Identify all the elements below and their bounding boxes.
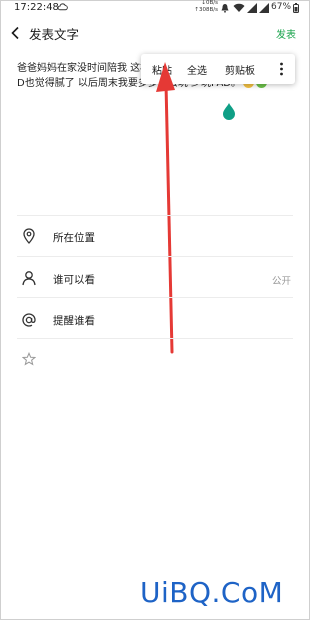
page-title: 发表文字 — [29, 27, 80, 42]
annotation-arrow — [156, 62, 175, 354]
selection-handle[interactable] — [222, 103, 236, 121]
divider — [17, 338, 293, 339]
status-time: 17:22:48 — [14, 2, 59, 13]
net-down: ↓0B/s — [201, 0, 218, 6]
back-arrow-icon[interactable] — [10, 26, 20, 40]
location-option[interactable]: 所在位置 — [53, 230, 95, 245]
divider — [17, 215, 293, 216]
mention-option[interactable]: 提醒谁看 — [53, 313, 95, 328]
wifi-icon — [233, 3, 245, 12]
battery-level: 67% — [271, 2, 292, 12]
mention-at-icon — [22, 313, 36, 327]
cloud-icon — [57, 3, 68, 11]
visibility-value: 公开 — [271, 276, 291, 287]
battery-icon — [293, 3, 299, 13]
person-icon — [22, 271, 36, 286]
more-vert-icon[interactable] — [280, 62, 283, 76]
net-up: ↑308B/s — [194, 7, 218, 13]
bell-icon — [221, 4, 229, 13]
signal-icon-2 — [259, 3, 269, 13]
divider — [17, 256, 293, 257]
clipboard-menu-item[interactable]: 剪贴板 — [225, 62, 255, 77]
star-icon[interactable] — [22, 352, 36, 366]
signal-icon-1 — [247, 3, 257, 13]
publish-button[interactable]: 发表 — [276, 26, 296, 41]
visibility-option[interactable]: 谁可以看 — [53, 272, 95, 287]
select-all-menu-item[interactable]: 全选 — [187, 62, 207, 77]
status-bar: 17:22:48 ↓0B/s ↑308B/s 67% — [0, 0, 310, 18]
location-pin-icon — [23, 228, 35, 244]
network-speed: ↓0B/s ↑308B/s — [192, 0, 218, 14]
divider — [17, 297, 293, 298]
watermark: UiBQ.CoM — [140, 576, 284, 609]
